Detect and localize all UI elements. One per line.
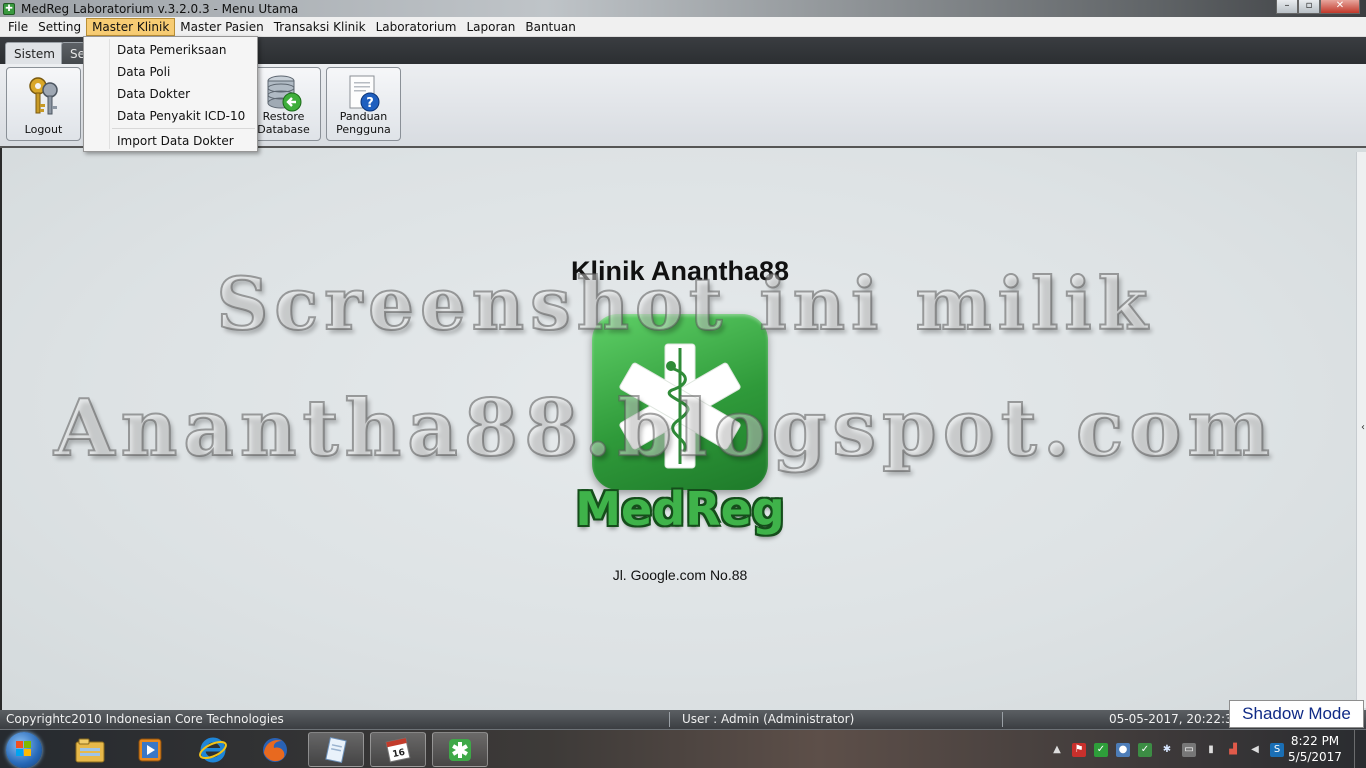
- medreg-logo: [592, 314, 768, 490]
- tab-setting[interactable]: Se: [61, 42, 85, 65]
- svg-text:?: ?: [366, 96, 374, 111]
- menuitem-data-dokter[interactable]: Data Dokter: [84, 83, 257, 105]
- panduan-label-line1: Panduan: [339, 110, 388, 123]
- taskbar-internet-explorer[interactable]: [185, 732, 241, 767]
- taskbar-calendar[interactable]: 16: [370, 732, 426, 767]
- windows-logo-icon: [16, 741, 32, 757]
- clinic-name: Klinik Anantha88: [570, 256, 790, 286]
- menu-master-klinik[interactable]: Master Klinik: [86, 17, 176, 36]
- restore-label-line2: Database: [257, 123, 310, 136]
- tray-power-icon[interactable]: ▮: [1204, 743, 1218, 757]
- internet-explorer-icon: [199, 737, 227, 762]
- status-user: User : Admin (Administrator): [682, 712, 855, 726]
- tray-update-icon[interactable]: ✓: [1138, 742, 1152, 757]
- media-player-icon: [138, 738, 162, 761]
- firefox-icon: [263, 737, 287, 762]
- restore-label-line1: Restore: [262, 110, 305, 123]
- clinic-address: Jl. Google.com No.88: [612, 567, 748, 583]
- tray-bluetooth-icon[interactable]: ✱: [1160, 743, 1174, 757]
- title-bar: ✚ MedReg Laboratorium v.3.2.0.3 - Menu U…: [0, 0, 1366, 17]
- folder-icon: [75, 738, 105, 762]
- window-title: MedReg Laboratorium v.3.2.0.3 - Menu Uta…: [21, 1, 299, 16]
- star-of-life-icon: [619, 343, 741, 469]
- panduan-pengguna-button[interactable]: ? Panduan Pengguna: [326, 67, 401, 141]
- menu-setting[interactable]: Setting: [33, 18, 86, 36]
- taskbar: 16 ▲ ⚑ ✓ ● ✓ ✱ ▭ ▮ ▟ ◀ S 8:22 PM 5/5/201…: [0, 729, 1366, 768]
- medreg-taskbar-icon: [449, 738, 471, 761]
- start-button[interactable]: [6, 732, 42, 768]
- close-button[interactable]: ✕: [1320, 0, 1360, 14]
- taskbar-notepad[interactable]: [308, 732, 364, 767]
- menu-laboratorium[interactable]: Laboratorium: [371, 18, 462, 36]
- brand-name: MedReg: [575, 482, 785, 536]
- menuitem-data-penyakit-icd10[interactable]: Data Penyakit ICD-10: [84, 105, 257, 127]
- tray-device-icon[interactable]: ▭: [1182, 742, 1196, 757]
- main-content: Klinik Anantha88 MedReg Jl. Google.com N…: [0, 148, 1366, 710]
- status-bar: Copyrightc2010 Indonesian Core Technolog…: [0, 710, 1366, 729]
- taskbar-medreg[interactable]: [432, 732, 488, 767]
- menu-bantuan[interactable]: Bantuan: [520, 18, 580, 36]
- keys-icon: [28, 77, 58, 115]
- tray-volume-icon[interactable]: ◀: [1248, 743, 1262, 757]
- tray-network-icon[interactable]: ▟: [1226, 743, 1240, 757]
- notepad-icon: [325, 736, 347, 763]
- tray-network-app-icon[interactable]: ●: [1116, 742, 1130, 757]
- menuitem-data-pemeriksaan[interactable]: Data Pemeriksaan: [84, 39, 257, 61]
- taskbar-explorer[interactable]: [62, 732, 118, 767]
- tray-s-app-icon[interactable]: S: [1270, 742, 1284, 757]
- menu-file[interactable]: File: [3, 18, 33, 36]
- menuitem-data-poli[interactable]: Data Poli: [84, 61, 257, 83]
- tray-expand-icon[interactable]: ▲: [1050, 743, 1064, 757]
- clock-time: 8:22 PM: [1290, 734, 1340, 748]
- status-divider: [1002, 712, 1003, 727]
- minimize-button[interactable]: –: [1276, 0, 1298, 14]
- taskbar-media-player[interactable]: [122, 732, 178, 767]
- window-controls: – ▫ ✕: [1276, 0, 1360, 14]
- tray-flag-icon[interactable]: ⚑: [1072, 742, 1086, 757]
- status-copyright: Copyrightc2010 Indonesian Core Technolog…: [6, 712, 284, 726]
- shadow-mode-button[interactable]: Shadow Mode: [1229, 700, 1364, 728]
- panduan-label-line2: Pengguna: [336, 123, 391, 136]
- status-datetime: 05-05-2017, 20:22:35: [1109, 712, 1241, 726]
- help-document-icon: ?: [349, 75, 379, 112]
- maximize-button[interactable]: ▫: [1298, 0, 1320, 14]
- menu-laporan[interactable]: Laporan: [461, 18, 520, 36]
- collapse-arrow-icon[interactable]: ‹: [1361, 422, 1365, 433]
- database-restore-icon: [267, 75, 301, 112]
- menuitem-import-data-dokter[interactable]: Import Data Dokter: [84, 130, 257, 152]
- tab-sistem[interactable]: Sistem: [5, 42, 64, 65]
- taskbar-firefox[interactable]: [247, 732, 303, 767]
- side-panel-edge[interactable]: ‹: [1356, 152, 1366, 708]
- taskbar-clock[interactable]: 8:22 PM 5/5/2017: [1283, 733, 1347, 765]
- clock-date: 5/5/2017: [1288, 750, 1342, 764]
- system-tray: ▲ ⚑ ✓ ● ✓ ✱ ▭ ▮ ▟ ◀ S: [1046, 730, 1288, 768]
- show-desktop-button[interactable]: [1354, 730, 1366, 768]
- tray-check-icon[interactable]: ✓: [1094, 742, 1108, 757]
- menu-bar: File Setting Master Klinik Master Pasien…: [0, 17, 1366, 37]
- logout-button[interactable]: Logout: [6, 67, 81, 141]
- status-divider: [669, 712, 670, 727]
- calendar-icon: 16: [385, 737, 411, 762]
- menu-master-pasien[interactable]: Master Pasien: [175, 18, 268, 36]
- logout-label: Logout: [24, 123, 63, 136]
- panduan-pengguna-label: Panduan Pengguna: [327, 110, 400, 136]
- dropdown-separator: [112, 128, 255, 129]
- menu-transaksi-klinik[interactable]: Transaksi Klinik: [269, 18, 371, 36]
- master-klinik-dropdown: Data Pemeriksaan Data Poli Data Dokter D…: [83, 36, 258, 152]
- medreg-app-icon[interactable]: ✚: [3, 2, 15, 15]
